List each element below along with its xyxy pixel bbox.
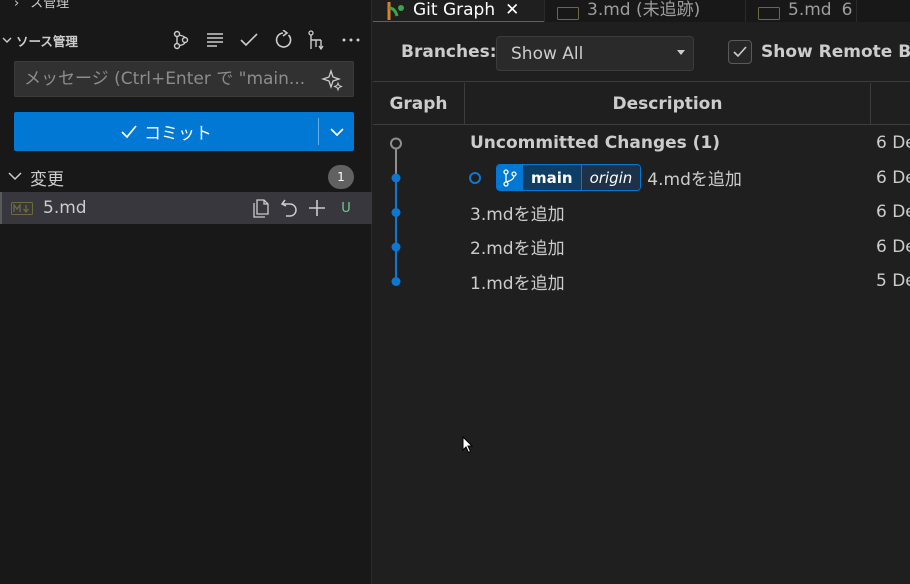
head-indicator-icon	[469, 171, 481, 184]
sparkle-icon[interactable]	[320, 68, 343, 95]
scm-section-header[interactable]: ソース管理	[0, 28, 372, 52]
tab-git-graph[interactable]: Git Graph ✕	[373, 0, 545, 22]
commit-description: 2.mdを追加	[470, 239, 565, 260]
commit-description: 4.mdを追加	[647, 170, 742, 191]
column-header-graph[interactable]: Graph	[373, 83, 465, 125]
commit-table-header: Graph Description	[373, 83, 910, 125]
remote-name: origin	[580, 165, 641, 191]
commit-description: 3.mdを追加	[470, 204, 565, 225]
tab-3-md[interactable]: 3.md (未追跡)	[545, 0, 746, 22]
scm-actions	[168, 28, 364, 52]
commit-button[interactable]: コミット	[14, 112, 318, 151]
markdown-file-icon	[11, 201, 33, 215]
branch-name: main	[523, 165, 581, 191]
markdown-file-icon	[758, 7, 780, 20]
table-row[interactable]: Uncommitted Changes (1) 6 De	[373, 126, 910, 161]
show-remote-checkbox[interactable]	[728, 40, 752, 64]
column-header-description[interactable]: Description	[465, 83, 871, 125]
commit-table-body: Uncommitted Changes (1) 6 De main origin…	[373, 126, 910, 299]
table-row[interactable]: main origin 4.mdを追加 6 De	[373, 161, 910, 196]
commit-message-box	[14, 61, 354, 97]
commit-dropdown-button[interactable]	[319, 112, 354, 151]
tab-5-md[interactable]: 5.md 6	[746, 0, 857, 22]
commit-date: 6 De	[876, 236, 910, 257]
table-row[interactable]: 2.mdを追加 6 De	[373, 230, 910, 265]
untracked-status: U	[341, 200, 351, 216]
clipped-view-title: › ス管理	[14, 0, 69, 11]
commit-description: 1.mdを追加	[470, 273, 565, 294]
commit-check-icon[interactable]	[236, 28, 262, 52]
commit-description: Uncommitted Changes (1)	[470, 133, 721, 154]
changed-file-row[interactable]: 5.md U	[0, 192, 372, 224]
more-actions-icon[interactable]	[338, 28, 364, 52]
changes-count-badge: 1	[328, 165, 354, 189]
file-name: 5.md	[43, 198, 87, 218]
git-graph-controls: Branches: Show All Show Remote Bra	[373, 22, 910, 82]
commit-date: 6 De	[876, 167, 910, 188]
git-graph-tab-icon	[385, 2, 405, 20]
close-icon[interactable]: ✕	[505, 0, 519, 20]
scm-title: ソース管理	[16, 33, 78, 49]
chevron-down-icon	[329, 127, 344, 136]
caret-down-icon	[677, 50, 685, 55]
git-branch-icon	[497, 165, 523, 191]
changes-group-header[interactable]: 変更 1	[0, 163, 372, 191]
view-as-tree-icon[interactable]	[202, 28, 228, 52]
tab-6-label[interactable]: 6	[842, 0, 853, 20]
branch-filter-icon[interactable]	[304, 28, 330, 52]
discard-changes-icon[interactable]	[278, 197, 300, 219]
commit-description-group: main origin 4.mdを追加	[468, 164, 742, 192]
table-row[interactable]: 3.mdを追加 6 De	[373, 195, 910, 230]
markdown-file-icon	[557, 7, 579, 20]
column-header-date[interactable]	[871, 83, 910, 125]
table-row[interactable]: 1.mdを追加 5 De	[373, 264, 910, 299]
stage-changes-icon[interactable]	[306, 197, 328, 219]
source-control-sidebar: › ス管理 ソース管理 メッセージ (Ctrl+Enter で "main...…	[0, 0, 372, 584]
vscode-window: › ス管理 ソース管理 メッセージ (Ctrl+Enter で "main...…	[0, 0, 910, 584]
chevron-down-icon	[0, 35, 14, 45]
open-file-icon[interactable]	[250, 197, 272, 219]
commit-button-group: コミット	[14, 112, 354, 151]
branch-label-main[interactable]: main origin	[496, 164, 642, 192]
branches-label: Branches:	[401, 42, 497, 62]
refresh-icon[interactable]	[270, 28, 296, 52]
editor-tabbar: Git Graph ✕ 3.md (未追跡) 5.md 6	[373, 0, 910, 22]
git-graph-icon[interactable]	[168, 28, 194, 52]
commit-date: 6 De	[876, 133, 910, 154]
chevron-down-icon	[8, 170, 22, 185]
check-icon	[733, 46, 747, 58]
chevron-right-icon: ›	[14, 0, 20, 11]
commit-date: 6 De	[876, 202, 910, 223]
commit-date: 5 De	[876, 271, 910, 292]
commit-message-input[interactable]	[24, 69, 314, 89]
show-remote-label: Show Remote Bra	[761, 42, 910, 62]
branches-select[interactable]: Show All	[496, 36, 694, 71]
mouse-cursor-icon	[462, 436, 474, 454]
changes-label: 変更	[30, 169, 64, 190]
check-icon	[121, 124, 137, 138]
file-actions: U	[250, 192, 356, 224]
